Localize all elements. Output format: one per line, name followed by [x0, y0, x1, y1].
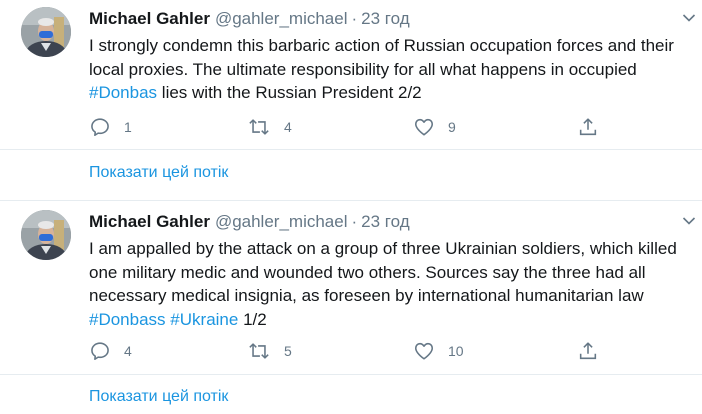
like-icon	[414, 342, 434, 360]
avatar[interactable]	[21, 7, 71, 57]
separator: ·	[351, 9, 358, 28]
tweet-header: Michael Gahler @gahler_michael · 23 год	[89, 211, 410, 233]
tweet-text-part: I strongly condemn this barbaric action …	[89, 36, 674, 79]
retweet-button[interactable]: 5	[247, 339, 292, 363]
author-handle[interactable]: @gahler_michael	[215, 212, 348, 231]
divider	[0, 374, 702, 375]
share-button[interactable]	[577, 115, 599, 139]
hashtag-link[interactable]: #Donbas	[89, 83, 157, 102]
avatar[interactable]	[21, 210, 71, 260]
author-name[interactable]: Michael Gahler	[89, 9, 210, 28]
retweet-icon	[249, 343, 269, 359]
divider	[0, 149, 702, 150]
reply-icon	[91, 342, 109, 361]
share-icon	[579, 118, 597, 136]
reply-button[interactable]: 4	[89, 339, 132, 363]
tweet-header: Michael Gahler @gahler_michael · 23 год	[89, 8, 410, 30]
reply-button[interactable]: 1	[89, 115, 132, 139]
tweet[interactable]: Michael Gahler @gahler_michael · 23 год I s…	[0, 0, 702, 148]
reply-icon	[91, 118, 109, 137]
retweet-button[interactable]: 4	[247, 115, 292, 139]
share-icon	[579, 342, 597, 360]
like-count: 9	[448, 119, 456, 135]
timestamp[interactable]: 23 год	[361, 9, 409, 28]
tweet-text-part: 1/2	[238, 309, 267, 329]
author-name[interactable]: Michael Gahler	[89, 212, 210, 231]
hashtag-link[interactable]: #Donbass	[89, 310, 166, 329]
avatar-image	[21, 7, 71, 57]
retweet-count: 5	[284, 343, 292, 359]
chevron-down-icon[interactable]	[682, 216, 696, 226]
like-count: 10	[448, 343, 464, 359]
author-handle[interactable]: @gahler_michael	[215, 9, 348, 28]
timeline: Michael Gahler @gahler_michael · 23 год I s…	[0, 0, 702, 414]
show-thread-link[interactable]: Показати цей потік	[89, 386, 228, 408]
share-button[interactable]	[577, 339, 599, 363]
tweet-text: I strongly condemn this barbaric action …	[89, 34, 689, 105]
timestamp[interactable]: 23 год	[361, 212, 409, 231]
reply-count: 4	[124, 343, 132, 359]
retweet-icon	[249, 119, 269, 135]
retweet-count: 4	[284, 119, 292, 135]
avatar-image	[21, 210, 71, 260]
like-button[interactable]: 9	[413, 115, 456, 139]
tweet-text: I am appalled by the attack on a group o…	[89, 237, 689, 331]
tweet-text-part: I am appalled by the attack on a group o…	[89, 239, 677, 305]
tweet-text-part: lies with the Russian President 2/2	[157, 83, 422, 102]
like-button[interactable]: 10	[413, 339, 464, 363]
like-icon	[414, 118, 434, 136]
reply-count: 1	[124, 119, 132, 135]
hashtag-link[interactable]: #Ukraine	[170, 310, 238, 329]
separator: ·	[351, 212, 358, 231]
divider	[0, 200, 702, 201]
chevron-down-icon[interactable]	[682, 13, 696, 23]
show-thread-link[interactable]: Показати цей потік	[89, 162, 228, 184]
